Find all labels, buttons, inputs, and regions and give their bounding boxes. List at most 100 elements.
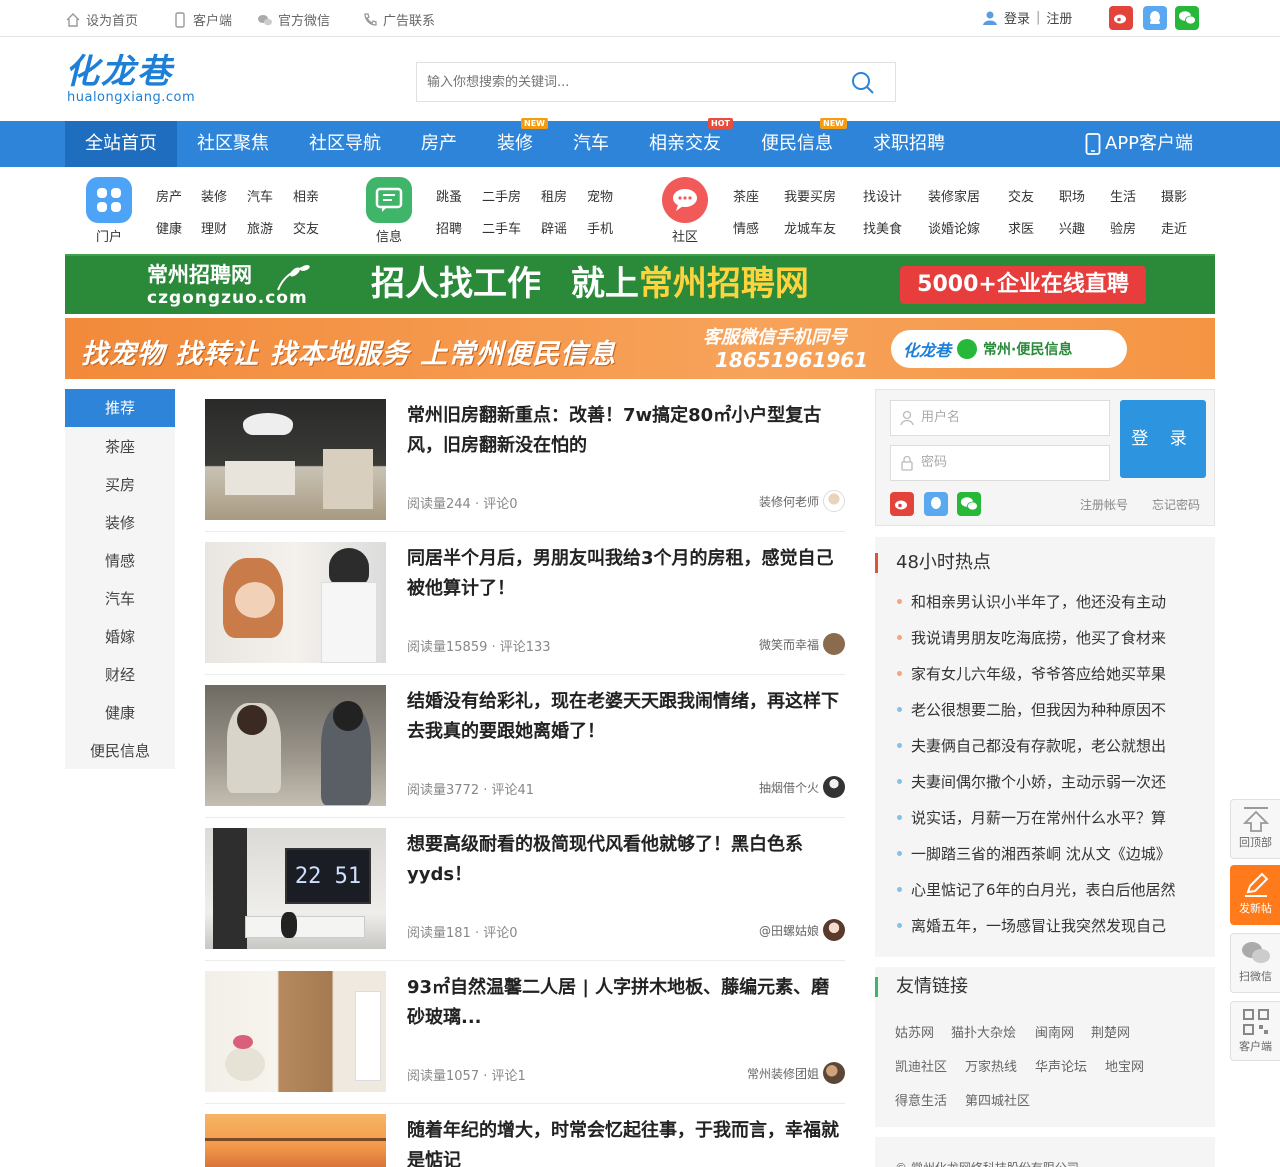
cat-link[interactable]: 健康 bbox=[156, 218, 182, 237]
friend-link[interactable]: 荆楚网 bbox=[1091, 1022, 1130, 1041]
search-input[interactable] bbox=[417, 63, 837, 101]
set-homepage-link[interactable]: 设为首页 bbox=[65, 10, 138, 29]
cat-link[interactable]: 我要买房 bbox=[784, 186, 836, 205]
cat-link[interactable]: 招聘 bbox=[436, 218, 462, 237]
cat-link[interactable]: 二手房 bbox=[482, 186, 521, 205]
article-title[interactable]: 随着年纪的增大，时常会忆起往事，于我而言，幸福就是惦记 bbox=[407, 1116, 847, 1167]
hot-item[interactable]: 老公很想要二胎，但我因为种种原因不 bbox=[911, 699, 1211, 720]
hot-item[interactable]: 心里惦记了6年的白月光，表白后他居然 bbox=[911, 879, 1211, 900]
cat-link[interactable]: 手机 bbox=[587, 218, 613, 237]
official-wechat-link[interactable]: 官方微信 bbox=[257, 10, 330, 29]
hot-item[interactable]: 夫妻间偶尔撒个小娇，主动示弱一次还 bbox=[911, 771, 1211, 792]
nav-community-guide[interactable]: 社区导航 bbox=[289, 121, 401, 167]
nav-community-focus[interactable]: 社区聚焦 bbox=[177, 121, 289, 167]
nav-car[interactable]: 汽车 bbox=[553, 121, 629, 167]
weibo-icon[interactable] bbox=[890, 492, 914, 516]
article-thumbnail[interactable]: 22 51 bbox=[205, 828, 386, 949]
article-item[interactable]: 93㎡自然温馨二人居 | 人字拼木地板、藤编元素、磨砂玻璃... 阅读量1057… bbox=[205, 961, 845, 1104]
community-icon[interactable] bbox=[662, 177, 708, 223]
cat-link[interactable]: 求医 bbox=[1008, 218, 1034, 237]
forgot-password-link[interactable]: 忘记密码 bbox=[1152, 496, 1200, 513]
login-link[interactable]: 登录 bbox=[1004, 8, 1030, 27]
nav-convenience[interactable]: 便民信息 NEW bbox=[741, 118, 853, 167]
sidebar-item-health[interactable]: 健康 bbox=[65, 694, 175, 732]
hot-item[interactable]: 说实话，月薪一万在常州什么水平？算 bbox=[911, 807, 1211, 828]
wechat-icon[interactable] bbox=[957, 492, 981, 516]
cat-link[interactable]: 宠物 bbox=[587, 186, 613, 205]
article-author[interactable]: 抽烟借个火 bbox=[759, 779, 819, 796]
site-logo[interactable]: 化龙巷 hualongxiang.com bbox=[65, 54, 195, 105]
info-icon[interactable] bbox=[366, 177, 412, 223]
friend-link[interactable]: 得意生活 bbox=[895, 1090, 947, 1109]
cat-link[interactable]: 装修 bbox=[201, 186, 227, 205]
client-qr-button[interactable]: 客户端 bbox=[1230, 1001, 1280, 1061]
cat-link[interactable]: 龙城车友 bbox=[784, 218, 836, 237]
cat-link[interactable]: 摄影 bbox=[1161, 186, 1187, 205]
cat-link[interactable]: 职场 bbox=[1059, 186, 1085, 205]
nav-home[interactable]: 全站首页 bbox=[65, 121, 177, 167]
sidebar-item-teahouse[interactable]: 茶座 bbox=[65, 428, 175, 466]
hot-item[interactable]: 和相亲男认识小半年了，他还没有主动 bbox=[911, 591, 1211, 612]
author-avatar[interactable] bbox=[823, 633, 845, 655]
article-title[interactable]: 结婚没有给彩礼，现在老婆天天跟我闹情绪，再这样下去我真的要跟她离婚了！ bbox=[407, 687, 847, 747]
qq-icon[interactable] bbox=[924, 492, 948, 516]
portal-label[interactable]: 门户 bbox=[86, 226, 132, 245]
hot-item[interactable]: 离婚五年，一场感冒让我突然发现自己 bbox=[911, 915, 1211, 936]
nav-dating[interactable]: 相亲交友 HOT bbox=[629, 118, 741, 167]
cat-link[interactable]: 找美食 bbox=[863, 218, 902, 237]
qq-icon[interactable] bbox=[1143, 6, 1167, 30]
friend-link[interactable]: 闽南网 bbox=[1035, 1022, 1074, 1041]
friend-link[interactable]: 猫扑大杂烩 bbox=[951, 1022, 1016, 1041]
cat-link[interactable]: 找设计 bbox=[863, 186, 902, 205]
article-thumbnail[interactable] bbox=[205, 399, 386, 520]
article-item[interactable]: 同居半个月后，男朋友叫我给3个月的房租，感觉自己被他算计了！ 阅读量15859 … bbox=[205, 532, 845, 675]
portal-icon[interactable] bbox=[86, 177, 132, 223]
nav-realestate[interactable]: 房产 bbox=[401, 121, 477, 167]
sidebar-item-convenience[interactable]: 便民信息 bbox=[65, 732, 175, 770]
friend-link[interactable]: 万家热线 bbox=[965, 1056, 1017, 1075]
hot-item[interactable]: 夫妻俩自己都没有存款呢，老公就想出 bbox=[911, 735, 1211, 756]
new-post-button[interactable]: 发新帖 bbox=[1230, 865, 1280, 925]
article-author[interactable]: 微笑而幸福 bbox=[759, 636, 819, 653]
cat-link[interactable]: 谈婚论嫁 bbox=[928, 218, 980, 237]
cat-link[interactable]: 辟谣 bbox=[541, 218, 567, 237]
login-button[interactable]: 登 录 bbox=[1120, 400, 1206, 478]
article-title[interactable]: 93㎡自然温馨二人居 | 人字拼木地板、藤编元素、磨砂玻璃... bbox=[407, 973, 847, 1033]
article-title[interactable]: 同居半个月后，男朋友叫我给3个月的房租，感觉自己被他算计了！ bbox=[407, 544, 847, 604]
author-avatar[interactable] bbox=[823, 1062, 845, 1084]
cat-link[interactable]: 验房 bbox=[1110, 218, 1136, 237]
article-thumbnail[interactable] bbox=[205, 685, 386, 806]
friend-link[interactable]: 华声论坛 bbox=[1035, 1056, 1087, 1075]
sidebar-item-decoration[interactable]: 装修 bbox=[65, 504, 175, 542]
cat-link[interactable]: 生活 bbox=[1110, 186, 1136, 205]
author-avatar[interactable] bbox=[823, 490, 845, 512]
sidebar-item-wedding[interactable]: 婚嫁 bbox=[65, 618, 175, 656]
register-link[interactable]: 注册 bbox=[1046, 8, 1072, 27]
sidebar-item-emotion[interactable]: 情感 bbox=[65, 542, 175, 580]
hot-item[interactable]: 我说请男朋友吃海底捞，他买了食材来 bbox=[911, 627, 1211, 648]
nav-jobs[interactable]: 求职招聘 bbox=[853, 121, 965, 167]
article-author[interactable]: @田螺姑娘 bbox=[759, 922, 819, 939]
article-thumbnail[interactable] bbox=[205, 542, 386, 663]
username-field[interactable]: 用户名 bbox=[890, 400, 1110, 436]
cat-link[interactable]: 汽车 bbox=[247, 186, 273, 205]
convenience-banner[interactable]: 找宠物 找转让 找本地服务 上常州便民信息 客服微信手机同号 186519619… bbox=[65, 318, 1215, 379]
cat-link[interactable]: 情感 bbox=[733, 218, 759, 237]
hot-item[interactable]: 一脚踏三省的湘西茶峒 沈从文《边城》 bbox=[911, 843, 1211, 864]
hot-item[interactable]: 家有女儿六年级，爷爷答应给她买苹果 bbox=[911, 663, 1211, 684]
scan-wechat-button[interactable]: 扫微信 bbox=[1230, 933, 1280, 993]
friend-link[interactable]: 第四城社区 bbox=[965, 1090, 1030, 1109]
password-field[interactable]: 密码 bbox=[890, 445, 1110, 481]
article-thumbnail[interactable] bbox=[205, 1114, 386, 1167]
cat-link[interactable]: 跳蚤 bbox=[436, 186, 462, 205]
article-item[interactable]: 常州旧房翻新重点：改善！7w搞定80㎡小户型复古风，旧房翻新没在怕的 阅读量24… bbox=[205, 389, 845, 532]
recruitment-banner[interactable]: 常州招聘网 czgongzuo.com 招人找工作 就上常州招聘网 5000+企… bbox=[65, 254, 1215, 314]
article-author[interactable]: 常州装修团姐 bbox=[747, 1065, 819, 1082]
article-item[interactable]: 22 51 想要高级耐看的极简现代风看他就够了！黑白色系yyds！ 阅读量181… bbox=[205, 818, 845, 961]
search-icon[interactable] bbox=[851, 71, 875, 95]
article-item[interactable]: 结婚没有给彩礼，现在老婆天天跟我闹情绪，再这样下去我真的要跟她离婚了！ 阅读量3… bbox=[205, 675, 845, 818]
register-account-link[interactable]: 注册帐号 bbox=[1080, 496, 1128, 513]
article-item[interactable]: 随着年纪的增大，时常会忆起往事，于我而言，幸福就是惦记 bbox=[205, 1104, 845, 1167]
ad-contact-link[interactable]: 广告联系 bbox=[362, 10, 435, 29]
cat-link[interactable]: 理财 bbox=[201, 218, 227, 237]
